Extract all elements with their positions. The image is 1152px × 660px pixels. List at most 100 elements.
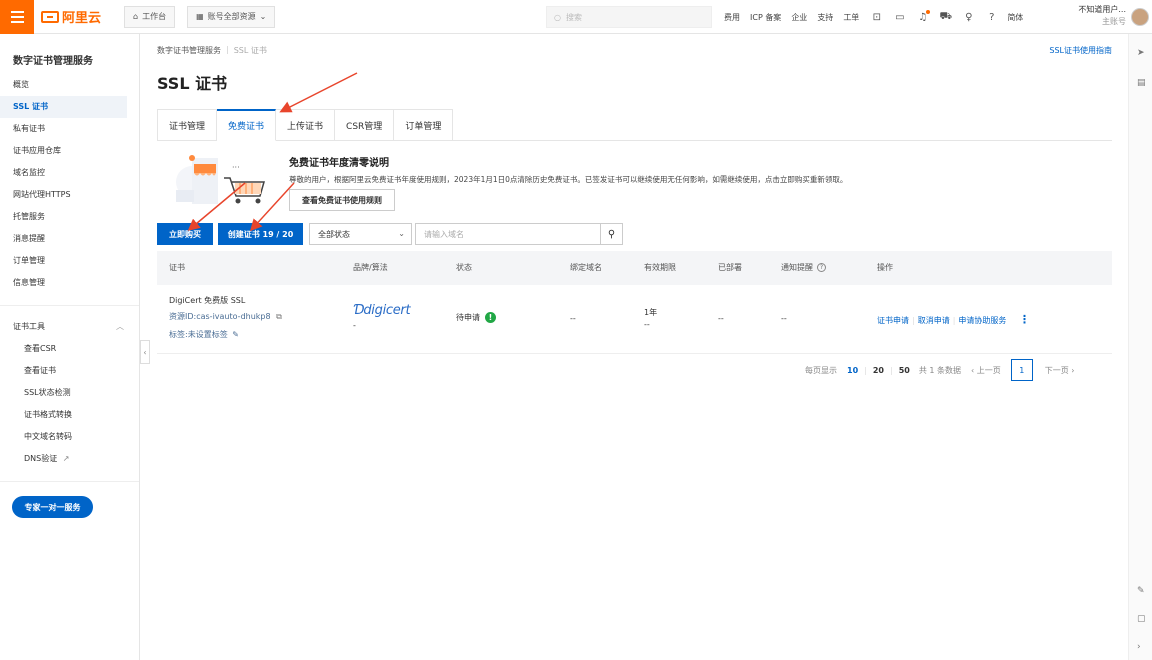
- tab-csr-manage[interactable]: CSR管理: [335, 109, 395, 141]
- col-deployed: 已部署: [718, 263, 742, 272]
- ssl-guide-link[interactable]: SSL证书使用指南: [1049, 45, 1112, 56]
- help-circle-icon[interactable]: ?: [817, 263, 826, 272]
- sidebar-tool-format-convert[interactable]: 证书格式转换: [24, 404, 151, 426]
- breadcrumb-root[interactable]: 数字证书管理服务: [157, 45, 221, 56]
- top-link-support[interactable]: 支持: [817, 12, 833, 23]
- account-resources-label: 账号全部资源: [207, 12, 256, 21]
- page-size-20[interactable]: 20: [873, 366, 884, 375]
- sidebar-tool-ssl-check[interactable]: SSL状态检测: [24, 382, 151, 404]
- sidebar: 数字证书管理服务 概览 SSL 证书 私有证书 证书应用仓库 域名监控 网站代理…: [0, 34, 140, 660]
- validity: 1年: [644, 308, 658, 317]
- domain-search-placeholder: 请输入域名: [424, 229, 464, 239]
- bound-domain: --: [570, 314, 576, 323]
- prev-page-label: 上一页: [976, 365, 1001, 375]
- sidebar-item-info[interactable]: 信息管理: [13, 272, 140, 294]
- cert-tag[interactable]: 标签:未设置标签 ✎: [169, 329, 239, 340]
- sidebar-tool-view-cert[interactable]: 查看证书: [24, 360, 151, 382]
- pin-icon[interactable]: ➤: [1137, 48, 1145, 58]
- top-link-enterprise[interactable]: 企业: [791, 12, 807, 23]
- deployed: --: [718, 314, 724, 323]
- workbench-label: 工作台: [142, 12, 167, 21]
- home-icon: ⌂: [133, 12, 139, 21]
- top-link-billing[interactable]: 费用: [724, 12, 740, 23]
- apply-cert-link[interactable]: 证书申请: [877, 316, 909, 325]
- digicert-mark-icon: Ɗ: [353, 303, 364, 318]
- total-count: 共 1 条数据: [918, 365, 962, 375]
- top-navbar: 阿里云 ⌂ 工作台 ▦ 账号全部资源 ⌄ ○ 搜索 费用 ICP 备案 企业 支…: [0, 0, 1152, 34]
- page-title: SSL 证书: [157, 74, 228, 93]
- status-select[interactable]: 全部状态 ⌄: [309, 223, 412, 245]
- shop-cart-illustration: ···: [176, 155, 265, 204]
- expert-service-button[interactable]: 专家一对一服务: [12, 496, 93, 518]
- screen-icon[interactable]: ▭: [894, 12, 905, 23]
- sidebar-tool-view-csr[interactable]: 查看CSR: [24, 338, 151, 360]
- sidebar-item-domain-monitor[interactable]: 域名监控: [13, 162, 140, 184]
- avatar[interactable]: [1131, 8, 1149, 26]
- top-link-ticket[interactable]: 工单: [843, 12, 859, 23]
- aliyun-logo[interactable]: 阿里云: [41, 7, 101, 26]
- chat-icon[interactable]: ▢: [1137, 614, 1146, 624]
- tab-upload-cert[interactable]: 上传证书: [276, 109, 336, 141]
- global-search-input[interactable]: ○ 搜索: [546, 6, 712, 28]
- page-size-10[interactable]: 10: [847, 366, 858, 375]
- sidebar-item-overview[interactable]: 概览: [13, 74, 140, 96]
- cart-icon[interactable]: ⛟: [940, 11, 953, 23]
- bell-icon[interactable]: ♫: [917, 9, 931, 23]
- prev-page-button[interactable]: ‹ 上一页: [971, 365, 1001, 376]
- domain-search-input[interactable]: 请输入域名: [415, 223, 601, 245]
- brand-text: digicert: [363, 303, 411, 318]
- sidebar-tool-punycode[interactable]: 中文域名转码: [24, 426, 151, 448]
- search-button[interactable]: ⚲: [600, 223, 623, 245]
- cert-name: DigiCert 免费版 SSL: [169, 296, 246, 305]
- grid-icon: ▦: [196, 12, 204, 21]
- more-actions-icon[interactable]: ⋮: [1019, 313, 1030, 326]
- top-links: 费用 ICP 备案 企业 支持 工单 ⊡ ▭ ♫ ⛟ ♀ ? 简体: [724, 0, 1023, 34]
- sidebar-item-private-cert[interactable]: 私有证书: [13, 118, 140, 140]
- sidebar-item-cert-repo[interactable]: 证书应用仓库: [13, 140, 140, 162]
- cancel-apply-link[interactable]: 取消申请: [918, 316, 950, 325]
- page-size-50[interactable]: 50: [899, 366, 910, 375]
- sidebar-collapse-toggle[interactable]: ‹: [140, 340, 150, 364]
- create-cert-button[interactable]: 创建证书 19 / 20: [218, 223, 303, 245]
- chevron-right-icon[interactable]: ›: [1137, 642, 1141, 652]
- sidebar-tool-dns-verify[interactable]: DNS验证 ↗: [24, 448, 151, 470]
- table-header: 证书 品牌/算法 状态 绑定域名 有效期限 已部署 通知提醒? 操作: [157, 251, 1112, 285]
- sidebar-tools-header[interactable]: 证书工具 ︿: [13, 316, 140, 338]
- bulb-icon[interactable]: ♀: [963, 12, 974, 23]
- status-select-value: 全部状态: [318, 229, 350, 239]
- next-page-button[interactable]: 下一页 ›: [1045, 365, 1075, 376]
- copy-icon[interactable]: ⧉: [276, 312, 282, 321]
- help-icon[interactable]: ?: [986, 12, 997, 23]
- code-icon[interactable]: ⊡: [871, 12, 882, 23]
- status-badge: 待申请!: [456, 312, 496, 323]
- language-switch[interactable]: 简体: [1007, 12, 1023, 23]
- view-free-cert-rules-button[interactable]: 查看免费证书使用规则: [289, 189, 395, 211]
- pagination: 每页显示 10 | 20 | 50 共 1 条数据 ‹ 上一页 1 下一页 ›: [805, 359, 1075, 381]
- tools-title: 证书工具: [13, 322, 45, 331]
- sidebar-item-notifications[interactable]: 消息提醒: [13, 228, 140, 250]
- tab-free-cert[interactable]: 免费证书: [217, 109, 277, 141]
- user-menu[interactable]: 不知道用户... 主账号: [1078, 4, 1126, 28]
- tab-cert-manage[interactable]: 证书管理: [157, 109, 218, 141]
- menu-icon[interactable]: [0, 0, 34, 34]
- assist-service-link[interactable]: 申请协助服务: [958, 316, 1006, 325]
- exclamation-icon[interactable]: !: [485, 312, 496, 323]
- sidebar-item-proxy-https[interactable]: 网站代理HTTPS: [13, 184, 140, 206]
- notification-dot: [926, 9, 931, 14]
- workbench-button[interactable]: ⌂ 工作台: [124, 5, 176, 28]
- top-link-icp[interactable]: ICP 备案: [750, 12, 781, 23]
- sidebar-item-ssl[interactable]: SSL 证书: [0, 96, 127, 118]
- sidebar-item-orders[interactable]: 订单管理: [13, 250, 140, 272]
- buy-now-button[interactable]: 立即购买: [157, 223, 213, 245]
- resource-id-text: 资源ID:cas-ivauto-dhukp8: [169, 312, 271, 321]
- account-resources-dropdown[interactable]: ▦ 账号全部资源 ⌄: [187, 5, 276, 28]
- dns-verify-label: DNS验证: [24, 454, 58, 463]
- sidebar-item-hosting[interactable]: 托管服务: [13, 206, 140, 228]
- page-number-current[interactable]: 1: [1010, 359, 1033, 381]
- edit-icon[interactable]: ✎: [1137, 586, 1145, 596]
- breadcrumb-separator: |: [226, 45, 229, 54]
- doc-icon[interactable]: ▤: [1137, 78, 1146, 88]
- chevron-up-icon: ︿: [116, 322, 124, 331]
- chevron-down-icon: ⌄: [259, 12, 267, 21]
- tab-order-manage[interactable]: 订单管理: [394, 109, 454, 141]
